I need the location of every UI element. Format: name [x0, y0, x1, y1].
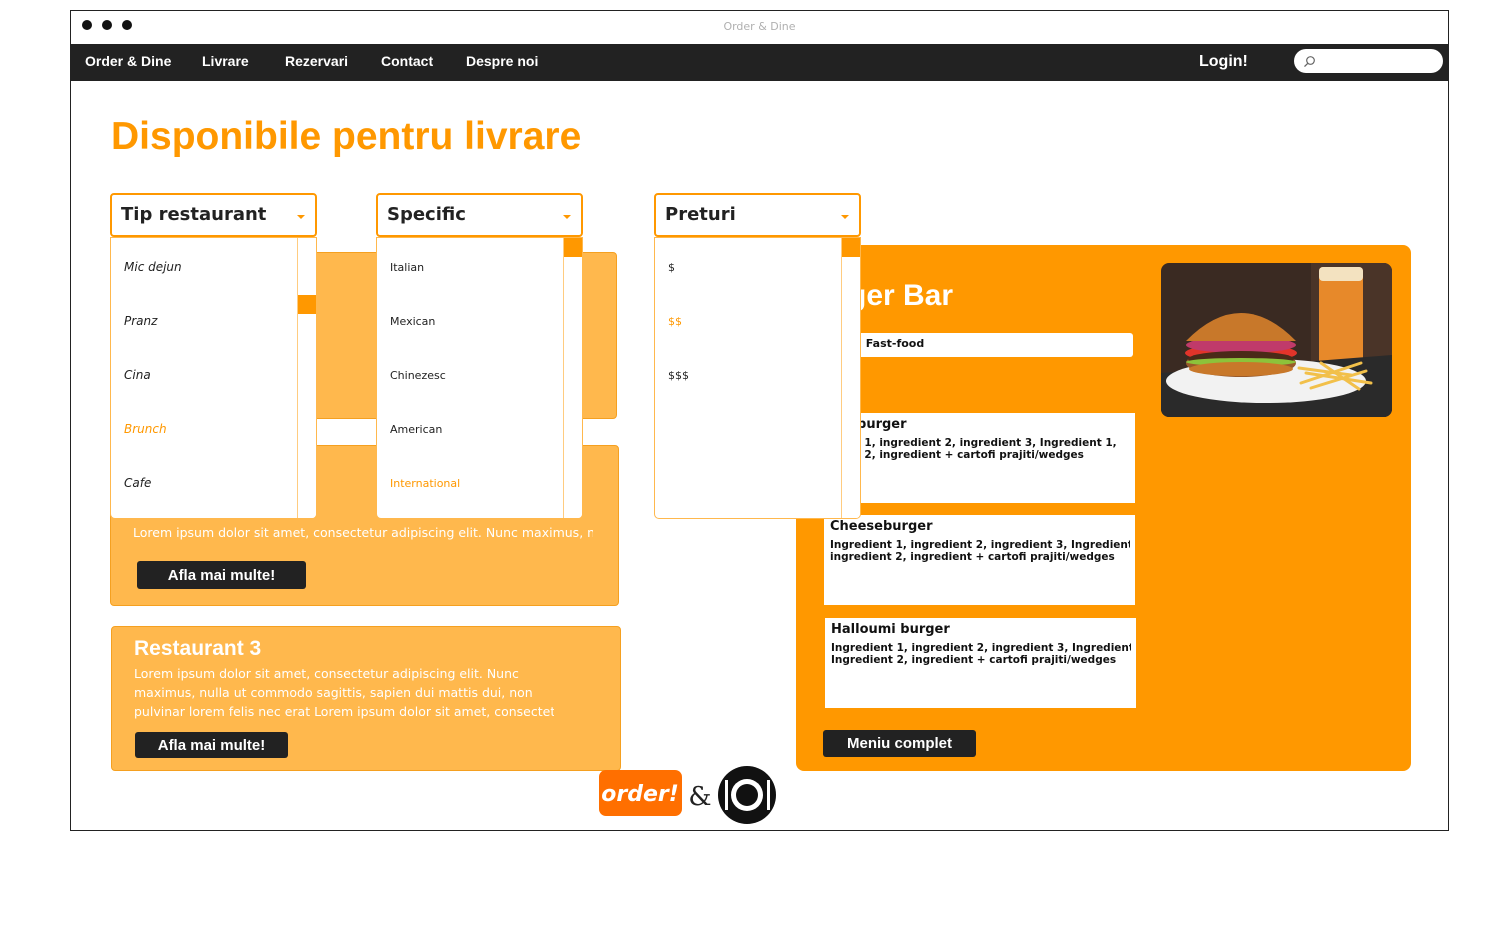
restaurant-card-3: Restaurant 3 Lorem ipsum dolor sit amet,…: [111, 626, 621, 771]
chevron-down-icon: [297, 215, 305, 219]
dropdown-scrollbar[interactable]: [563, 238, 582, 518]
search-icon: [1304, 56, 1315, 68]
ingredients-line: ingredient 2, ingredient + cartofi praji…: [830, 551, 1115, 563]
chevron-down-icon: [841, 215, 849, 219]
scrollbar-thumb[interactable]: [842, 238, 860, 257]
dropdown-option[interactable]: Mexican: [390, 315, 435, 328]
window-titlebar: Order & Dine: [71, 11, 1448, 44]
learn-more-button[interactable]: Afla mai multe!: [137, 561, 306, 589]
price-select[interactable]: Preturi: [654, 193, 861, 237]
restaurant-title: Restaurant 3: [134, 637, 262, 660]
dropdown-option-selected[interactable]: International: [390, 477, 460, 490]
menu-item-ingredients: Ingredient 1, ingredient 2, ingredient 3…: [831, 642, 1131, 666]
description-line: pulvinar lorem felis nec erat Lorem ipsu…: [134, 704, 554, 719]
nav-item-livrare[interactable]: Livrare: [202, 53, 249, 69]
restaurant-description: Lorem ipsum dolor sit amet, consectetur …: [134, 664, 554, 721]
dropdown-option[interactable]: Mic dejun: [124, 260, 182, 274]
ingredients-line: Ingredient 1, ingredient 2, ingredient 3…: [831, 642, 1131, 654]
ingredients-line: dient 2, ingredient + cartofi prajiti/we…: [830, 449, 1084, 461]
ingredients-line: dient 1, ingredient 2, ingredient 3, Ing…: [830, 437, 1117, 449]
menu-item-card: nal burger dient 1, ingredient 2, ingred…: [824, 413, 1135, 503]
ingredients-line: Ingredient 1, ingredient 2, ingredient 3…: [830, 539, 1130, 551]
learn-more-button[interactable]: Afla mai multe!: [135, 732, 288, 758]
cuisine-dropdown: Italian Mexican Chinezesc American Inter…: [376, 237, 583, 519]
dropdown-option[interactable]: Chinezesc: [390, 369, 446, 382]
restaurant-type-dropdown: Mic dejun Pranz Cina Brunch Cafe: [110, 237, 317, 519]
ingredients-line: Ingredient 2, ingredient + cartofi praji…: [831, 654, 1117, 666]
nav-item-despre-noi[interactable]: Despre noi: [466, 53, 538, 69]
dropdown-option[interactable]: American: [390, 423, 442, 436]
dropdown-option-selected[interactable]: Brunch: [124, 422, 167, 436]
search-input[interactable]: [1294, 49, 1443, 73]
dropdown-option[interactable]: $$$: [668, 369, 689, 382]
burger-photo: [1161, 263, 1392, 417]
nav-item-rezervari[interactable]: Rezervari: [285, 53, 348, 69]
dropdown-option-selected[interactable]: $$: [668, 315, 682, 328]
browser-window: Order & Dine Order & Dine Livrare Rezerv…: [70, 10, 1449, 831]
full-menu-button[interactable]: Meniu complet: [823, 730, 976, 757]
select-label: Specific: [387, 204, 466, 225]
login-link[interactable]: Login!: [1199, 53, 1248, 71]
description-line: Lorem ipsum dolor sit amet, consectetur …: [133, 525, 593, 540]
logo-order-text: order!: [601, 782, 679, 807]
menu-item-ingredients: Ingredient 1, ingredient 2, ingredient 3…: [830, 539, 1130, 563]
nav-brand[interactable]: Order & Dine: [85, 53, 171, 69]
select-label: Tip restaurant: [121, 204, 267, 225]
dropdown-option[interactable]: Cafe: [124, 476, 151, 490]
menu-item-name: Halloumi burger: [831, 622, 950, 637]
dropdown-scrollbar[interactable]: [297, 238, 316, 518]
scrollbar-thumb[interactable]: [564, 238, 582, 257]
cuisine-tags: can, Fast-food: [824, 333, 1133, 357]
dropdown-scrollbar[interactable]: [841, 238, 860, 518]
dropdown-option[interactable]: Italian: [390, 261, 424, 274]
menu-item-card: Halloumi burger Ingredient 1, ingredient…: [825, 618, 1136, 708]
featured-restaurant-panel: urger Bar can, Fast-food nal burger dien…: [796, 245, 1411, 771]
dropdown-option[interactable]: Pranz: [124, 314, 157, 328]
top-navbar: Order & Dine Livrare Rezervari Contact D…: [71, 44, 1448, 81]
menu-item-card: Cheeseburger Ingredient 1, ingredient 2,…: [824, 515, 1135, 605]
menu-item-ingredients: dient 1, ingredient 2, ingredient 3, Ing…: [830, 437, 1130, 461]
restaurant-type-select[interactable]: Tip restaurant: [110, 193, 317, 237]
dropdown-option[interactable]: $: [668, 261, 675, 274]
nav-item-contact[interactable]: Contact: [381, 53, 433, 69]
description-line: maximus, nulla ut commodo sagittis, sapi…: [134, 685, 533, 700]
window-title: Order & Dine: [723, 20, 796, 33]
chevron-down-icon: [563, 215, 571, 219]
cuisine-select[interactable]: Specific: [376, 193, 583, 237]
menu-item-name: Cheeseburger: [830, 519, 933, 534]
order-and-dine-logo: order! &: [599, 764, 779, 826]
page-title: Disponibile pentru livrare: [111, 115, 582, 158]
price-dropdown: $ $$ $$$: [654, 237, 861, 519]
dropdown-option[interactable]: Cina: [124, 368, 151, 382]
select-label: Preturi: [665, 204, 736, 225]
description-line: Lorem ipsum dolor sit amet, consectetur …: [134, 666, 519, 681]
logo-ampersand: &: [688, 782, 711, 812]
scrollbar-thumb[interactable]: [298, 295, 316, 314]
